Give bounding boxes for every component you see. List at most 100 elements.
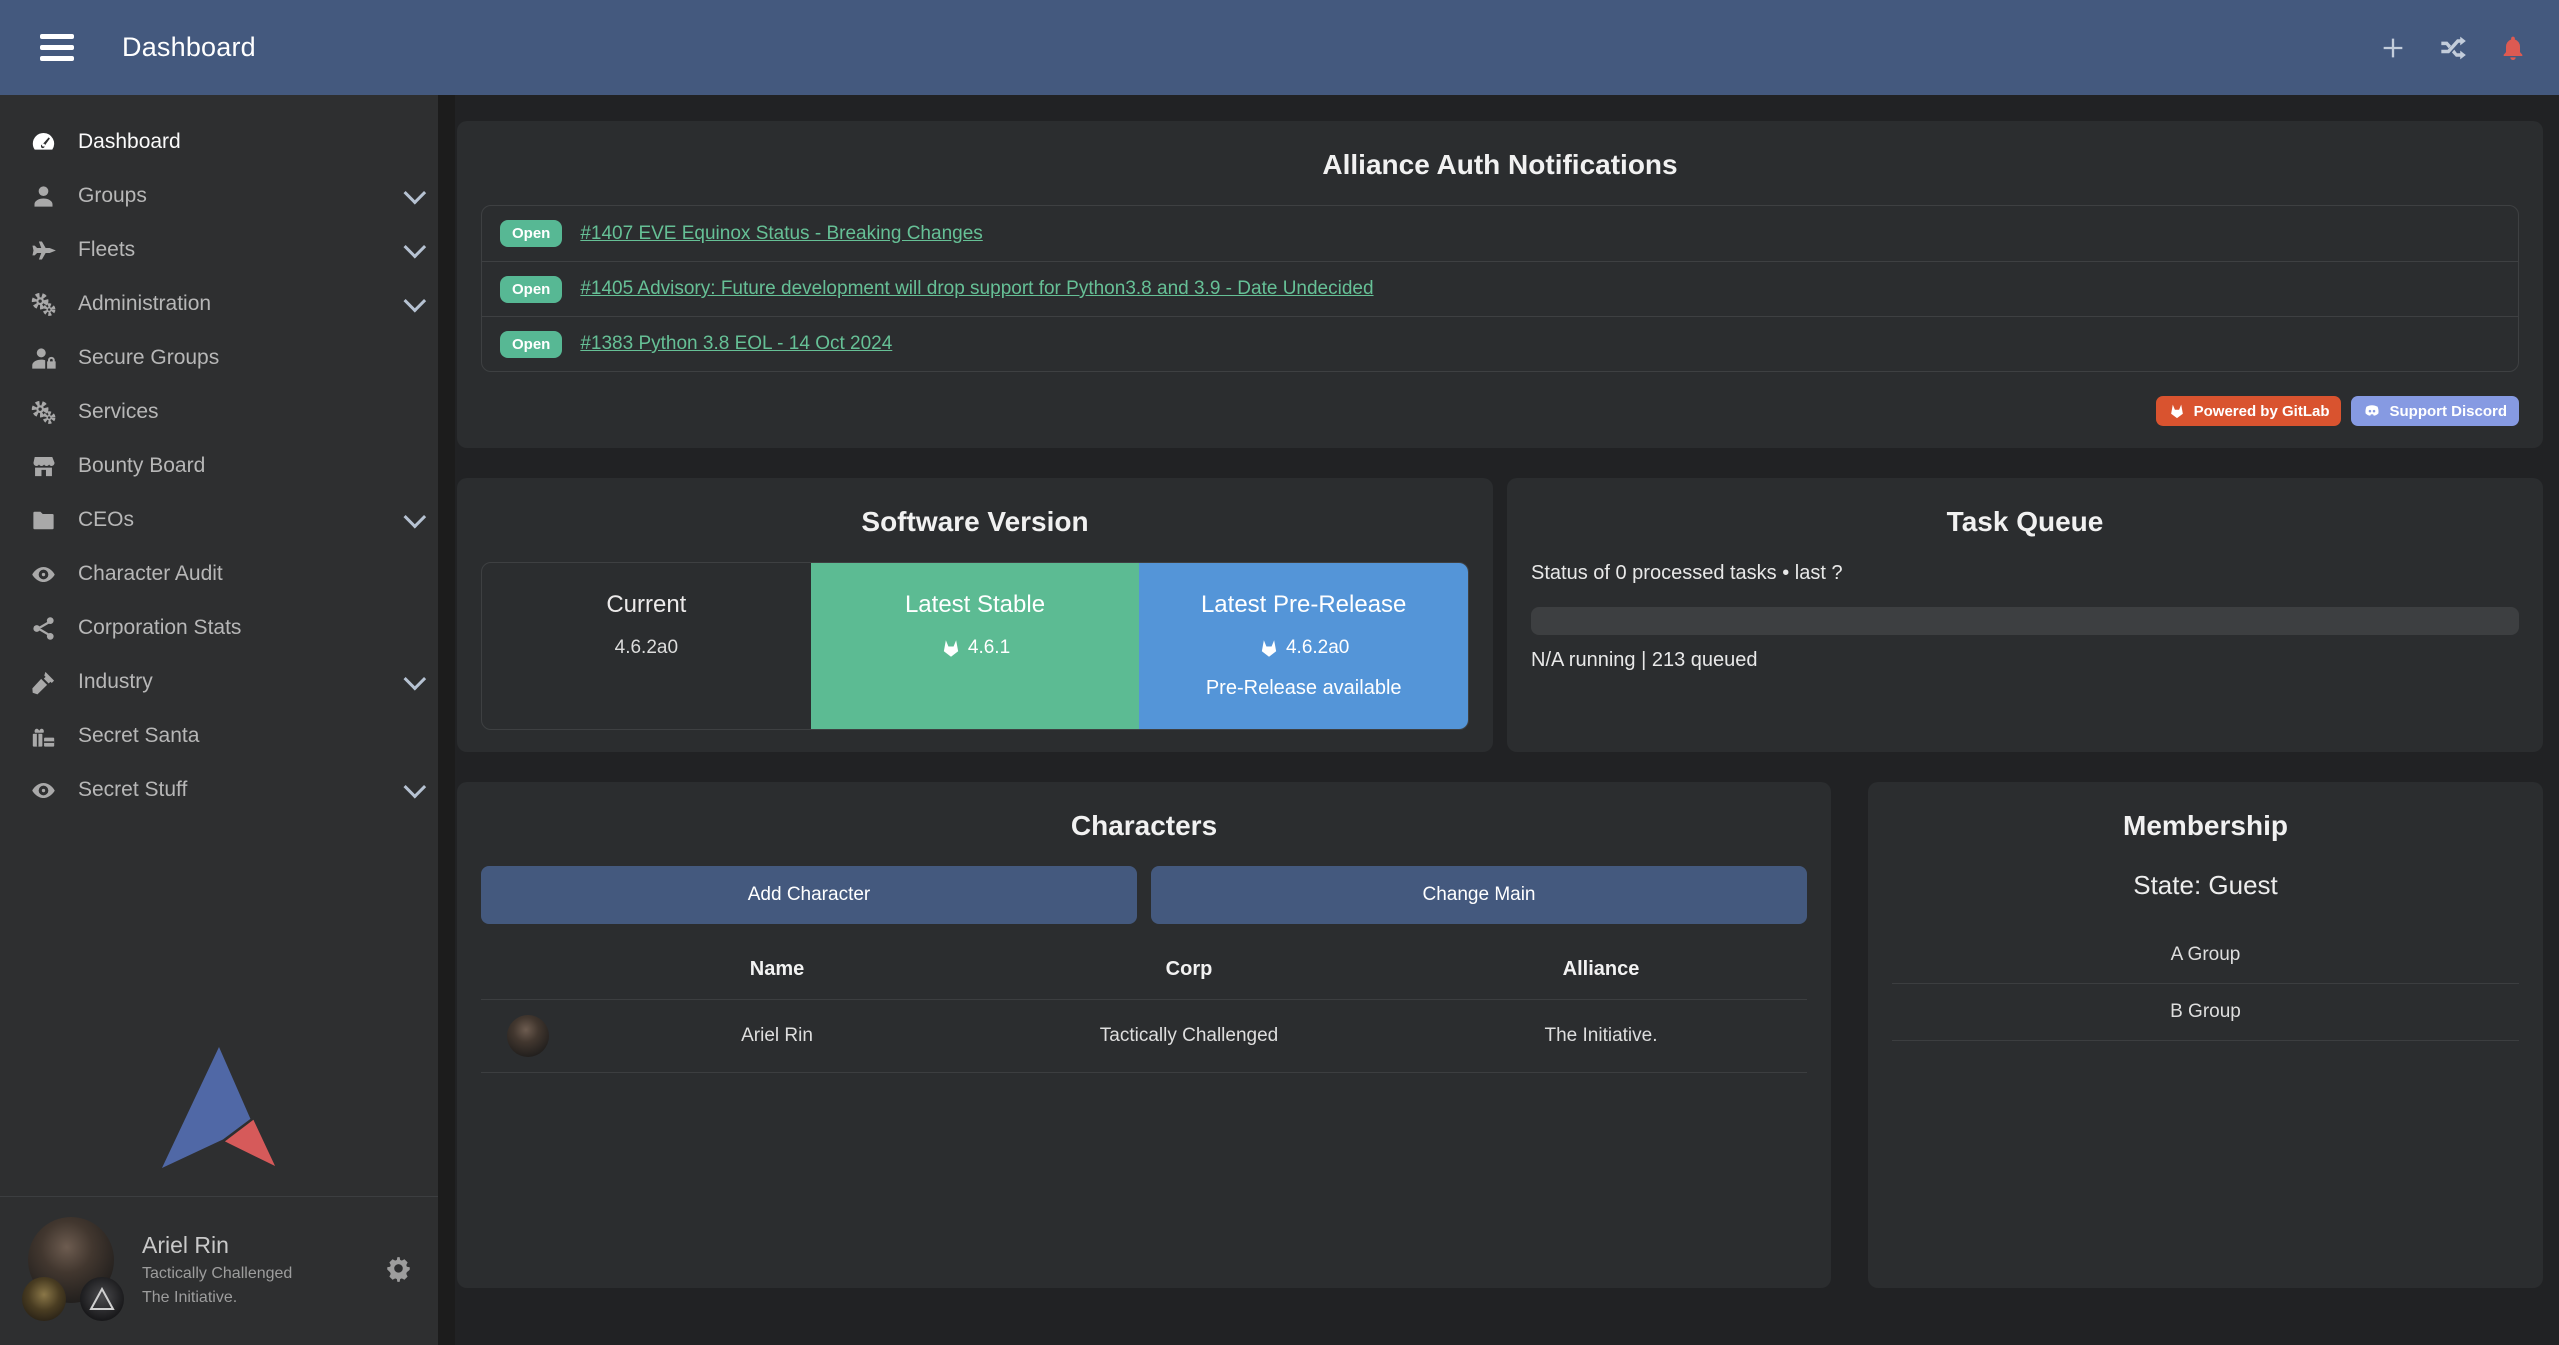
sidebar-item-secret-santa[interactable]: Secret Santa <box>0 709 438 763</box>
notifications-panel: Alliance Auth Notifications Open#1407 EV… <box>457 121 2543 448</box>
sidebar-item-label: Corporation Stats <box>78 616 241 640</box>
current-version: 4.6.2a0 <box>615 637 678 659</box>
sidebar-item-label: Secure Groups <box>78 346 219 370</box>
gitlab-icon <box>1258 637 1280 659</box>
shuffle-icon[interactable] <box>2437 32 2469 64</box>
sidebar-item-corporation-stats[interactable]: Corporation Stats <box>0 601 438 655</box>
avatar <box>22 1217 122 1321</box>
bell-icon[interactable] <box>2497 32 2529 64</box>
status-badge: Open <box>500 331 562 358</box>
sidebar-nav: Dashboard Groups Fleets Administration Secur… <box>0 95 438 817</box>
characters-panel: Characters Add Character Change Main Nam… <box>457 782 1831 1288</box>
sidebar-item-label: Bounty Board <box>78 454 205 478</box>
column-header-name: Name <box>571 958 983 981</box>
notifications-title: Alliance Auth Notifications <box>481 149 2519 181</box>
plus-icon[interactable] <box>2377 32 2409 64</box>
sidebar-item-label: Character Audit <box>78 562 223 586</box>
sidebar-item-label: Dashboard <box>78 130 181 154</box>
membership-group-list: A GroupB Group <box>1892 927 2519 1041</box>
topbar-actions <box>2377 32 2529 64</box>
notification-row: Open#1407 EVE Equinox Status - Breaking … <box>482 206 2518 261</box>
cell-corp: Tactically Challenged <box>983 1025 1395 1047</box>
prerelease-version: 4.6.2a0 <box>1258 637 1349 659</box>
dashboard-icon <box>20 129 66 156</box>
alliance-auth-logo <box>0 1046 438 1196</box>
powered-by-gitlab-badge[interactable]: Powered by GitLab <box>2156 396 2342 426</box>
sidebar-item-groups[interactable]: Groups <box>0 169 438 223</box>
chevron-down-icon <box>404 776 427 799</box>
gitlab-icon <box>940 637 962 659</box>
page-title: Dashboard <box>122 32 256 63</box>
user-corp: Tactically Challenged <box>142 1262 292 1285</box>
user-panel: Ariel Rin Tactically Challenged The Init… <box>0 1196 438 1345</box>
sidebar-item-label: Fleets <box>78 238 135 262</box>
task-queue-line: N/A running | 213 queued <box>1531 649 2519 672</box>
column-header-corp: Corp <box>983 958 1395 981</box>
sidebar-item-label: Groups <box>78 184 147 208</box>
notification-link[interactable]: #1383 Python 3.8 EOL - 14 Oct 2024 <box>580 333 892 355</box>
sidebar-item-fleets[interactable]: Fleets <box>0 223 438 277</box>
version-stable-box: Latest Stable 4.6.1 <box>811 563 1140 729</box>
characters-table-header: NameCorpAlliance <box>481 948 1807 999</box>
membership-group-a-group: A Group <box>1892 927 2519 984</box>
sidebar: Dashboard Groups Fleets Administration Secur… <box>0 95 455 1345</box>
alliance-logo <box>80 1277 124 1321</box>
prerelease-note: Pre-Release available <box>1206 677 1402 700</box>
chevron-down-icon <box>404 290 427 313</box>
sidebar-item-label: Services <box>78 400 159 424</box>
gitlab-badge-label: Powered by GitLab <box>2194 403 2330 420</box>
characters-table-body: Ariel RinTactically ChallengedThe Initia… <box>481 999 1807 1073</box>
membership-panel: Membership State: Guest A GroupB Group <box>1868 782 2543 1288</box>
chevron-down-icon <box>404 668 427 691</box>
cell-alliance: The Initiative. <box>1395 1025 1807 1047</box>
sidebar-item-secure-groups[interactable]: Secure Groups <box>0 331 438 385</box>
user-icon <box>20 183 66 210</box>
sidebar-item-dashboard[interactable]: Dashboard <box>0 115 438 169</box>
sidebar-item-services[interactable]: Services <box>0 385 438 439</box>
support-discord-badge[interactable]: Support Discord <box>2351 396 2519 426</box>
notification-link[interactable]: #1407 EVE Equinox Status - Breaking Chan… <box>580 223 982 245</box>
eye-icon <box>20 561 66 588</box>
gifts-icon <box>20 723 66 750</box>
chevron-down-icon <box>404 236 427 259</box>
footer-badges: Powered by GitLab Support Discord <box>481 396 2519 426</box>
version-current-box: Current 4.6.2a0 <box>482 563 811 729</box>
task-progress-bar <box>1531 607 2519 635</box>
gears-icon <box>20 399 66 426</box>
version-task-row: Software Version Current 4.6.2a0 Latest … <box>457 478 2543 752</box>
task-queue-panel: Task Queue Status of 0 processed tasks •… <box>1507 478 2543 752</box>
version-grid: Current 4.6.2a0 Latest Stable 4.6.1 Late… <box>481 562 1469 730</box>
characters-actions: Add Character Change Main <box>481 866 1807 924</box>
task-status-line: Status of 0 processed tasks • last ? <box>1531 562 2519 585</box>
share-icon <box>20 615 66 642</box>
characters-title: Characters <box>481 810 1807 842</box>
sidebar-item-ceos[interactable]: CEOs <box>0 493 438 547</box>
sidebar-item-label: Administration <box>78 292 211 316</box>
main-content: Alliance Auth Notifications Open#1407 EV… <box>455 95 2559 1345</box>
gear-icon[interactable] <box>385 1256 412 1283</box>
sidebar-item-secret-stuff[interactable]: Secret Stuff <box>0 763 438 817</box>
sidebar-item-label: Secret Stuff <box>78 778 187 802</box>
version-prerelease-box: Latest Pre-Release 4.6.2a0 Pre-Release a… <box>1139 563 1468 729</box>
change-main-button[interactable]: Change Main <box>1151 866 1807 924</box>
status-badge: Open <box>500 276 562 303</box>
hamburger-menu-icon[interactable] <box>36 30 78 65</box>
membership-title: Membership <box>1892 810 2519 842</box>
sidebar-item-administration[interactable]: Administration <box>0 277 438 331</box>
add-character-button[interactable]: Add Character <box>481 866 1137 924</box>
sidebar-item-industry[interactable]: Industry <box>0 655 438 709</box>
corp-logo <box>22 1277 66 1321</box>
software-version-panel: Software Version Current 4.6.2a0 Latest … <box>457 478 1493 752</box>
sidebar-item-bounty-board[interactable]: Bounty Board <box>0 439 438 493</box>
discord-icon <box>2363 402 2381 420</box>
notification-link[interactable]: #1405 Advisory: Future development will … <box>580 278 1373 300</box>
stable-label: Latest Stable <box>905 591 1045 619</box>
logo-blue-shape <box>162 1047 251 1168</box>
software-version-title: Software Version <box>481 506 1469 538</box>
store-icon <box>20 453 66 480</box>
sidebar-item-label: Industry <box>78 670 153 694</box>
sidebar-item-character-audit[interactable]: Character Audit <box>0 547 438 601</box>
column-header-alliance: Alliance <box>1395 958 1807 981</box>
sidebar-item-label: Secret Santa <box>78 724 199 748</box>
table-row: Ariel RinTactically ChallengedThe Initia… <box>481 999 1807 1073</box>
